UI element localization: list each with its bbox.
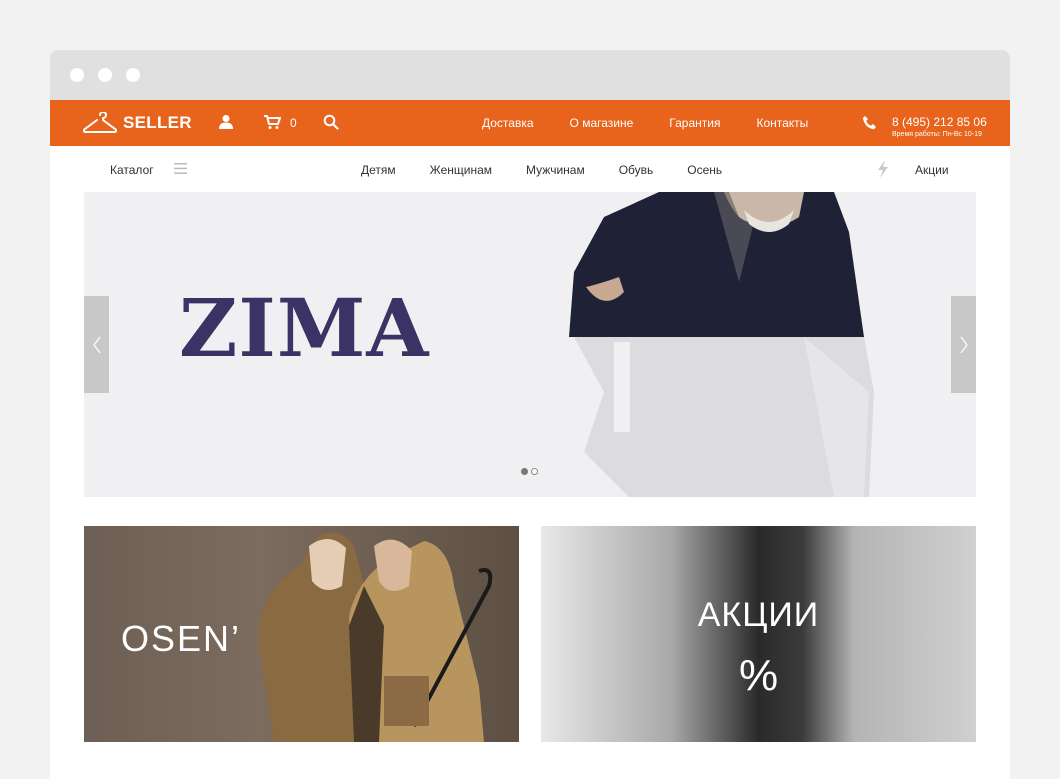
window-dot: [126, 68, 140, 82]
nav-link-about[interactable]: О магазине: [570, 116, 634, 130]
category-nav: Детям Женщинам Мужчинам Обувь Осень: [361, 163, 756, 177]
slider-dots: [521, 468, 538, 475]
cart-count: 0: [290, 116, 297, 130]
phone-icon: [862, 115, 878, 136]
search-icon[interactable]: [323, 114, 339, 135]
top-nav: Доставка О магазине Гарантия Контакты: [482, 116, 844, 130]
hanger-icon: [83, 112, 117, 134]
top-header: SELLER 0 Доставка О магазине Гарантия Ко…: [50, 100, 1010, 146]
sale-banner[interactable]: АКЦИИ %: [541, 526, 976, 742]
promo-link[interactable]: Акции: [915, 163, 949, 177]
user-icon[interactable]: [218, 114, 234, 135]
nav-link-warranty[interactable]: Гарантия: [669, 116, 720, 130]
nav-link-contacts[interactable]: Контакты: [756, 116, 808, 130]
nav-link-delivery[interactable]: Доставка: [482, 116, 534, 130]
sale-banner-percent: %: [738, 651, 779, 700]
category-women[interactable]: Женщинам: [430, 163, 492, 177]
window-chrome: [50, 50, 1010, 100]
window-dot: [70, 68, 84, 82]
sale-banner-title: АКЦИИ: [697, 596, 820, 634]
chevron-left-icon: [92, 336, 100, 353]
cart-icon[interactable]: [263, 114, 281, 135]
category-shoes[interactable]: Обувь: [619, 163, 654, 177]
slider-dot-2[interactable]: [531, 468, 538, 475]
browser-window: SELLER 0 Доставка О магазине Гарантия Ко…: [50, 50, 1010, 779]
catalog-link[interactable]: Каталог: [110, 163, 154, 177]
slider-next-button[interactable]: [951, 296, 976, 393]
category-men[interactable]: Мужчинам: [526, 163, 585, 177]
model-photo: [569, 192, 874, 497]
autumn-banner-title: OSEN’: [121, 618, 242, 659]
slider-dot-1[interactable]: [521, 468, 528, 475]
logo-text: SELLER: [123, 113, 192, 132]
menu-icon[interactable]: [174, 163, 187, 177]
working-hours: Время работы: Пн-Вс 10-19: [892, 131, 982, 138]
lightning-icon: [877, 160, 889, 181]
logo[interactable]: SELLER: [83, 112, 192, 134]
hero-slider: ZIMA: [84, 192, 976, 497]
slider-prev-button[interactable]: [84, 296, 109, 393]
chevron-right-icon: [960, 336, 968, 353]
category-kids[interactable]: Детям: [361, 163, 396, 177]
hero-title: ZIMA: [179, 281, 430, 375]
window-dot: [98, 68, 112, 82]
category-bar: Каталог Детям Женщинам Мужчинам Обувь Ос…: [50, 146, 1010, 192]
category-autumn[interactable]: Осень: [687, 163, 722, 177]
phone-number[interactable]: 8 (495) 212 85 06: [892, 115, 987, 129]
autumn-banner[interactable]: OSEN’: [84, 526, 519, 742]
